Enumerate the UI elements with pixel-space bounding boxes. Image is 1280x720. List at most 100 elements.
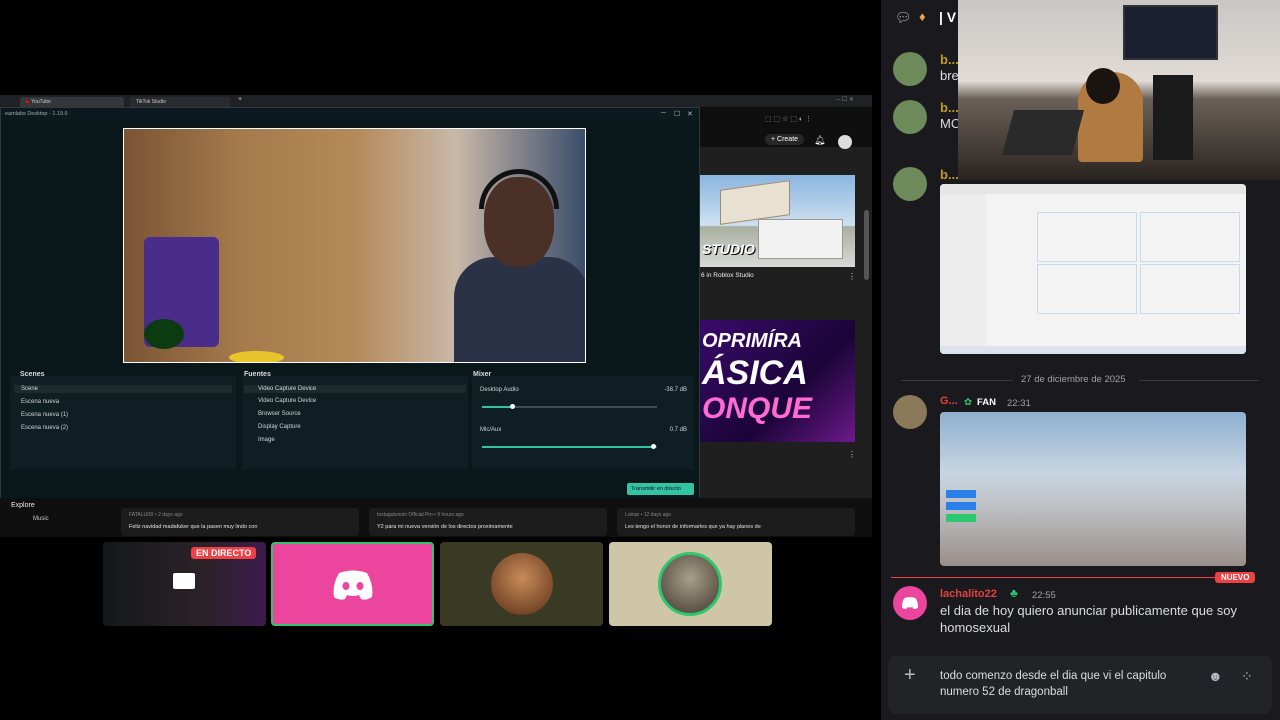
tv-shape <box>1123 5 1218 60</box>
source-item[interactable]: Video Capture Device <box>258 398 316 404</box>
tab-label: TikTok Studio <box>136 99 166 105</box>
emoji-icon[interactable]: ☻ <box>1208 668 1223 684</box>
go-live-button[interactable]: Transmitir en directo <box>627 483 694 495</box>
scene-item[interactable]: Escena nueva (2) <box>21 425 68 431</box>
streamlabs-window: eamlabs Desktop - 1.19.6 ─ ☐ ✕ Scenes Sc… <box>0 107 700 499</box>
webcam-overlay <box>958 0 1280 180</box>
source-item[interactable]: Video Capture Device <box>244 385 466 393</box>
graph-box <box>1037 264 1137 314</box>
thread-icon[interactable]: 💬︎ <box>895 10 912 26</box>
new-messages-badge: NUEVO <box>1215 572 1256 583</box>
participant-tile-screen[interactable]: EN DIRECTO <box>103 542 266 626</box>
username[interactable]: lachalito22 <box>940 588 997 600</box>
divider-line <box>1139 380 1259 381</box>
tab-tiktok[interactable]: TikTok Studio <box>130 97 230 107</box>
screen-share: ▶ YouTube TikTok Studio + ─ ☐ ✕ ⬚ ⬚ ☆ ⬚ … <box>0 95 872 537</box>
composer-input[interactable]: todo comenzo desde el dia que vi el capi… <box>940 668 1200 700</box>
taskbar <box>940 346 1246 354</box>
new-tab-button[interactable]: + <box>238 96 242 103</box>
create-button[interactable]: + Create <box>765 134 805 145</box>
minimize-icon[interactable]: ─ <box>661 110 666 117</box>
avatar[interactable] <box>893 167 927 201</box>
thumbnail-line: ÁSICA <box>702 354 808 392</box>
role-badge: FAN <box>977 397 996 408</box>
more-icon[interactable]: ⋮ <box>848 450 856 459</box>
divider-line <box>901 380 1013 381</box>
clover-icon: ♣ <box>1010 586 1018 600</box>
scene-item[interactable]: Scene <box>14 385 232 393</box>
youtube-community-strip: Explore Music FATALUIDI • 2 days ago Fel… <box>0 498 872 537</box>
message-composer[interactable]: + todo comenzo desde el dia que vi el ca… <box>888 656 1272 714</box>
maximize-icon[interactable]: ☐ <box>674 110 680 118</box>
youtube-icon: ▶ <box>26 99 30 105</box>
avatar[interactable] <box>893 100 927 134</box>
graph-box <box>1037 212 1137 262</box>
video-thumbnail[interactable]: STUDIO <box>700 175 855 267</box>
username[interactable]: b... <box>940 52 959 67</box>
mixer-db-readout: -38.7 dB <box>664 387 687 393</box>
channel-name: | V <box>939 9 957 25</box>
avatar <box>658 552 722 616</box>
post-author: FATALUIDI • 2 days ago <box>129 512 183 518</box>
community-post[interactable]: FATALUIDI • 2 days ago Feliz navidad mad… <box>121 508 359 536</box>
volume-knob[interactable] <box>651 444 656 449</box>
video-title[interactable]: 6 in Roblox Studio <box>701 272 754 279</box>
shop-button-shape <box>946 490 976 498</box>
window-controls[interactable]: ─ ☐ ✕ <box>836 96 854 103</box>
new-messages-line <box>891 577 1215 578</box>
scrollbar[interactable] <box>864 210 869 280</box>
object-shape <box>229 351 284 362</box>
stream-preview[interactable] <box>123 128 586 363</box>
scene-item[interactable]: Escena nueva (1) <box>21 412 68 418</box>
source-item[interactable]: Image <box>258 437 275 443</box>
community-post[interactable]: Lotnar • 12 days ago Les tengo el honor … <box>617 508 855 536</box>
timestamp: 22:31 <box>1007 398 1031 409</box>
image-attachment[interactable] <box>940 184 1246 354</box>
thumbnail-line: ONQUE <box>702 392 813 425</box>
nav-item-music[interactable]: Music <box>33 516 49 522</box>
username[interactable]: b... <box>940 100 959 115</box>
video-thumbnail[interactable]: OPRIMÍRA ÁSICA ONQUE <box>700 320 855 442</box>
post-text: Feliz navidad madafuker que la pasen muy… <box>129 524 258 530</box>
message-text: el dia de hoy quiero anunciar publicamen… <box>940 603 1238 635</box>
toolbar-icons[interactable]: ⬚ ⬚ ☆ ⬚ ◐ ⋮ <box>765 115 812 123</box>
graph-box <box>1140 264 1240 314</box>
participant-tile-discord[interactable] <box>271 542 434 626</box>
volume-knob[interactable] <box>510 404 515 409</box>
avatar <box>491 553 553 615</box>
community-post[interactable]: Instagutunnin Official Pro • 9 hours ago… <box>369 508 607 536</box>
apps-icon[interactable]: ⁘ <box>1241 668 1253 685</box>
source-item[interactable]: Display Capture <box>258 424 301 430</box>
avatar[interactable] <box>893 586 927 620</box>
thumbnail-label: STUDIO <box>702 241 755 257</box>
play-button-shape <box>946 514 976 522</box>
headphones-shape <box>479 169 559 209</box>
source-item[interactable]: Browser Source <box>258 411 301 417</box>
speaker-shape <box>1153 75 1193 160</box>
image-attachment[interactable] <box>940 412 1246 566</box>
tab-youtube[interactable]: ▶ YouTube <box>20 97 124 107</box>
person-head-shape <box>1086 68 1120 104</box>
object-shape <box>144 319 184 349</box>
browser-tab-bar: ▶ YouTube TikTok Studio + ─ ☐ ✕ <box>0 95 872 107</box>
volume-fill <box>482 406 512 408</box>
username[interactable]: G... <box>940 395 958 407</box>
participant-tile-user[interactable] <box>440 542 603 626</box>
more-icon[interactable]: ⋮ <box>848 272 856 281</box>
username[interactable]: b... <box>940 167 959 182</box>
mixer-panel: Mixer Desktop Audio -38.7 dB Mic/Aux 0.7… <box>472 371 694 469</box>
mixer-channel-label: Desktop Audio <box>480 387 519 393</box>
bell-icon[interactable]: 🔔︎ <box>814 135 825 146</box>
scene-item[interactable]: Escena nueva <box>21 399 59 405</box>
participant-tile-user[interactable] <box>609 542 772 626</box>
app-title: eamlabs Desktop - 1.19.6 <box>5 111 68 117</box>
monitor-shape <box>1001 110 1085 155</box>
message-text: bre <box>940 68 959 83</box>
avatar[interactable] <box>893 395 927 429</box>
panel-title: Fuentes <box>244 371 271 378</box>
avatar[interactable] <box>893 52 927 86</box>
close-icon[interactable]: ✕ <box>687 110 693 118</box>
post-author: Lotnar • 12 days ago <box>625 512 671 518</box>
plus-icon[interactable]: + <box>904 664 916 687</box>
avatar[interactable] <box>838 135 852 149</box>
